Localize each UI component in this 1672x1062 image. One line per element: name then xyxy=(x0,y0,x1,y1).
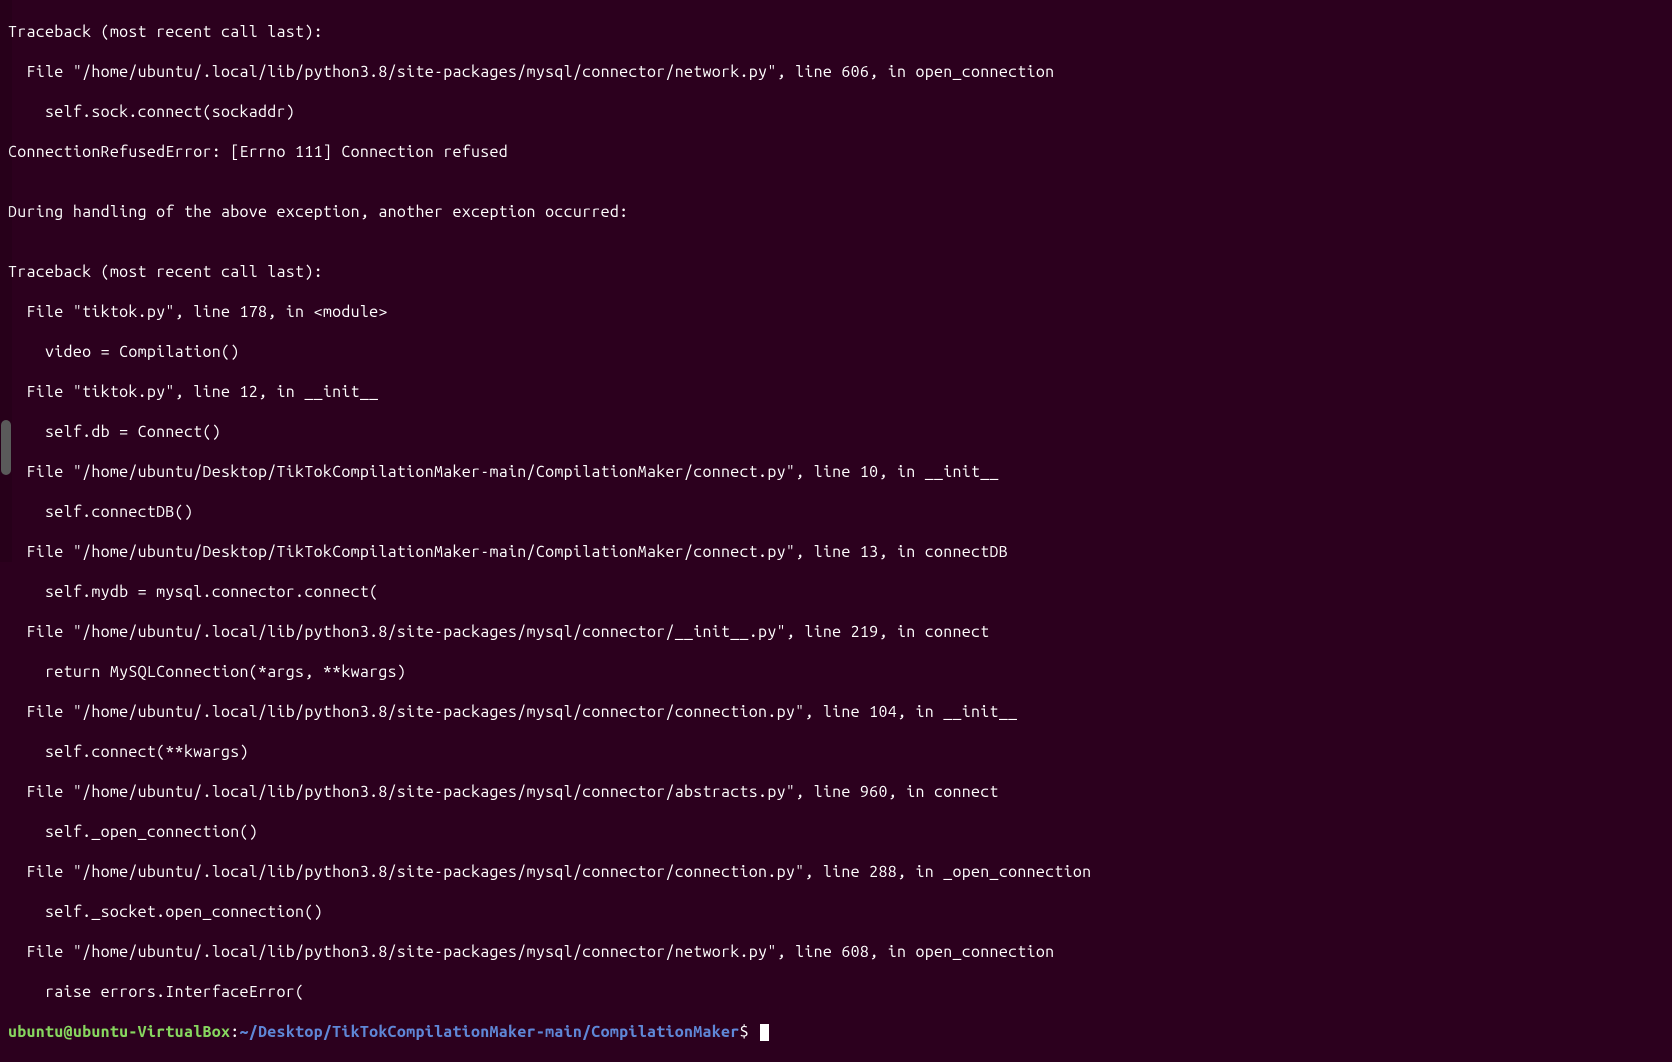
traceback-line: self.connect(**kwargs) xyxy=(8,742,1664,762)
traceback-line: File "/home/ubuntu/.local/lib/python3.8/… xyxy=(8,942,1664,962)
traceback-line: video = Compilation() xyxy=(8,342,1664,362)
traceback-line: File "/home/ubuntu/Desktop/TikTokCompila… xyxy=(8,462,1664,482)
traceback-line: ConnectionRefusedError: [Errno 111] Conn… xyxy=(8,142,1664,162)
traceback-line: Traceback (most recent call last): xyxy=(8,262,1664,282)
traceback-line: File "/home/ubuntu/.local/lib/python3.8/… xyxy=(8,862,1664,882)
traceback-line: File "tiktok.py", line 12, in __init__ xyxy=(8,382,1664,402)
traceback-line: Traceback (most recent call last): xyxy=(8,22,1664,42)
prompt-line[interactable]: ubuntu@ubuntu-VirtualBox:~/Desktop/TikTo… xyxy=(8,1022,1664,1042)
scrollbar-thumb[interactable] xyxy=(1,420,11,475)
traceback-line: File "/home/ubuntu/.local/lib/python3.8/… xyxy=(8,782,1664,802)
traceback-line: self.mydb = mysql.connector.connect( xyxy=(8,582,1664,602)
traceback-line: File "/home/ubuntu/Desktop/TikTokCompila… xyxy=(8,542,1664,562)
traceback-line: self.sock.connect(sockaddr) xyxy=(8,102,1664,122)
traceback-line: self._socket.open_connection() xyxy=(8,902,1664,922)
cursor-icon xyxy=(760,1024,769,1041)
scrollbar-track[interactable] xyxy=(0,0,12,562)
prompt-path: ~/Desktop/TikTokCompilationMaker-main/Co… xyxy=(240,1023,740,1041)
traceback-line: File "tiktok.py", line 178, in <module> xyxy=(8,302,1664,322)
traceback-line: raise errors.InterfaceError( xyxy=(8,982,1664,1002)
prompt-dollar: $ xyxy=(740,1023,759,1041)
traceback-line: File "/home/ubuntu/.local/lib/python3.8/… xyxy=(8,702,1664,722)
traceback-line: return MySQLConnection(*args, **kwargs) xyxy=(8,662,1664,682)
traceback-line: self.connectDB() xyxy=(8,502,1664,522)
traceback-line: File "/home/ubuntu/.local/lib/python3.8/… xyxy=(8,622,1664,642)
traceback-line: During handling of the above exception, … xyxy=(8,202,1664,222)
traceback-line: self.db = Connect() xyxy=(8,422,1664,442)
traceback-line: self._open_connection() xyxy=(8,822,1664,842)
terminal-output[interactable]: Traceback (most recent call last): File … xyxy=(8,2,1664,1062)
traceback-line: File "/home/ubuntu/.local/lib/python3.8/… xyxy=(8,62,1664,82)
prompt-colon: : xyxy=(230,1023,239,1041)
prompt-user-host: ubuntu@ubuntu-VirtualBox xyxy=(8,1023,230,1041)
